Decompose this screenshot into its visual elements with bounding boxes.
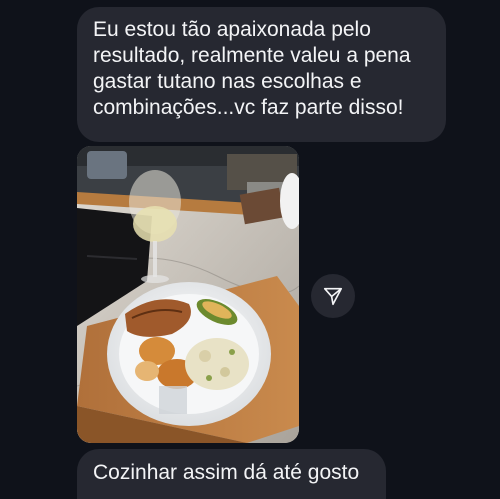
message-text: Eu estou tão apaixonada pelo resultado, … [93,18,411,119]
paper-plane-icon [323,287,343,306]
share-button[interactable] [311,274,355,318]
shared-food-photo[interactable] [77,146,299,443]
food-photo-illustration [77,146,299,443]
message-bubble-top[interactable]: Eu estou tão apaixonada pelo resultado, … [77,7,446,142]
message-bubble-bottom[interactable]: Cozinhar assim dá até gosto [77,449,386,499]
message-text: Cozinhar assim dá até gosto [93,461,360,484]
